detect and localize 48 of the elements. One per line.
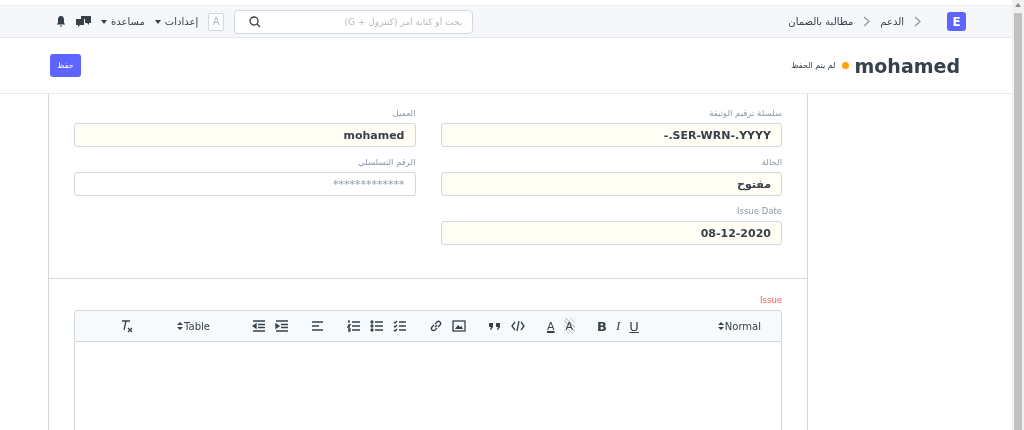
italic-button[interactable]: I: [615, 318, 621, 334]
page-title: mohamed: [854, 54, 960, 77]
search-icon[interactable]: [249, 15, 262, 28]
updown-icon: [176, 321, 185, 331]
scrollbar[interactable]: [1012, 0, 1024, 430]
chat-icon[interactable]: [76, 15, 91, 28]
highlight-button[interactable]: A: [563, 318, 576, 334]
caret-icon: [154, 19, 161, 24]
bold-button[interactable]: B: [597, 318, 607, 334]
underline-button[interactable]: U: [629, 318, 639, 334]
breadcrumb-link[interactable]: الدعم: [880, 16, 904, 27]
input-field[interactable]: 08-12-2020: [440, 221, 782, 245]
checklist-icon[interactable]: [392, 319, 407, 333]
caret-icon: [101, 19, 107, 24]
status-indicator: لم يتم الحفظ: [791, 61, 836, 70]
indent-icon[interactable]: [274, 319, 289, 333]
updown-icon: [716, 321, 725, 331]
chevron-icon: [863, 16, 871, 27]
clear-format-icon[interactable]: [120, 319, 135, 333]
align-left-icon[interactable]: [310, 319, 325, 333]
text-color-button[interactable]: A: [546, 318, 555, 334]
bullet-list-icon[interactable]: [369, 319, 384, 333]
field-label: العميل: [391, 108, 416, 118]
field-label: Issue Date: [736, 206, 782, 216]
app-logo[interactable]: E: [947, 12, 966, 31]
code-icon[interactable]: [510, 319, 525, 333]
image-icon[interactable]: [451, 319, 466, 333]
field-label: الرقم التسلسلي: [357, 157, 416, 167]
menu-dropdown[interactable]: مساعدة: [101, 16, 145, 27]
input-field[interactable]: mohamed: [74, 123, 416, 147]
field-label: الحالة: [760, 157, 782, 167]
input-field[interactable]: مفتوح: [440, 172, 782, 196]
field-label: Issue: [759, 295, 782, 305]
bell-icon[interactable]: [56, 16, 66, 27]
numbered-list-icon[interactable]: [346, 319, 361, 333]
scroll-up-icon[interactable]: [1015, 3, 1021, 7]
chevron-icon: [914, 16, 921, 27]
scroll-thumb[interactable]: [1014, 13, 1022, 430]
input-field[interactable]: *************: [74, 172, 416, 196]
link-icon[interactable]: [428, 319, 443, 333]
breadcrumb-link[interactable]: مطالبة بالضمان: [788, 16, 854, 27]
input-field[interactable]: -.SER-WRN-.YYYY: [440, 123, 782, 147]
table-dropdown[interactable]: Table: [176, 318, 210, 334]
field-label: سلسلة ترقيم الوثيقة: [708, 108, 782, 118]
outdent-icon[interactable]: [251, 319, 266, 333]
save-button[interactable]: حفظ: [50, 54, 81, 77]
menu-dropdown[interactable]: إعدادات: [154, 16, 199, 27]
heading-dropdown[interactable]: Normal: [716, 318, 761, 334]
